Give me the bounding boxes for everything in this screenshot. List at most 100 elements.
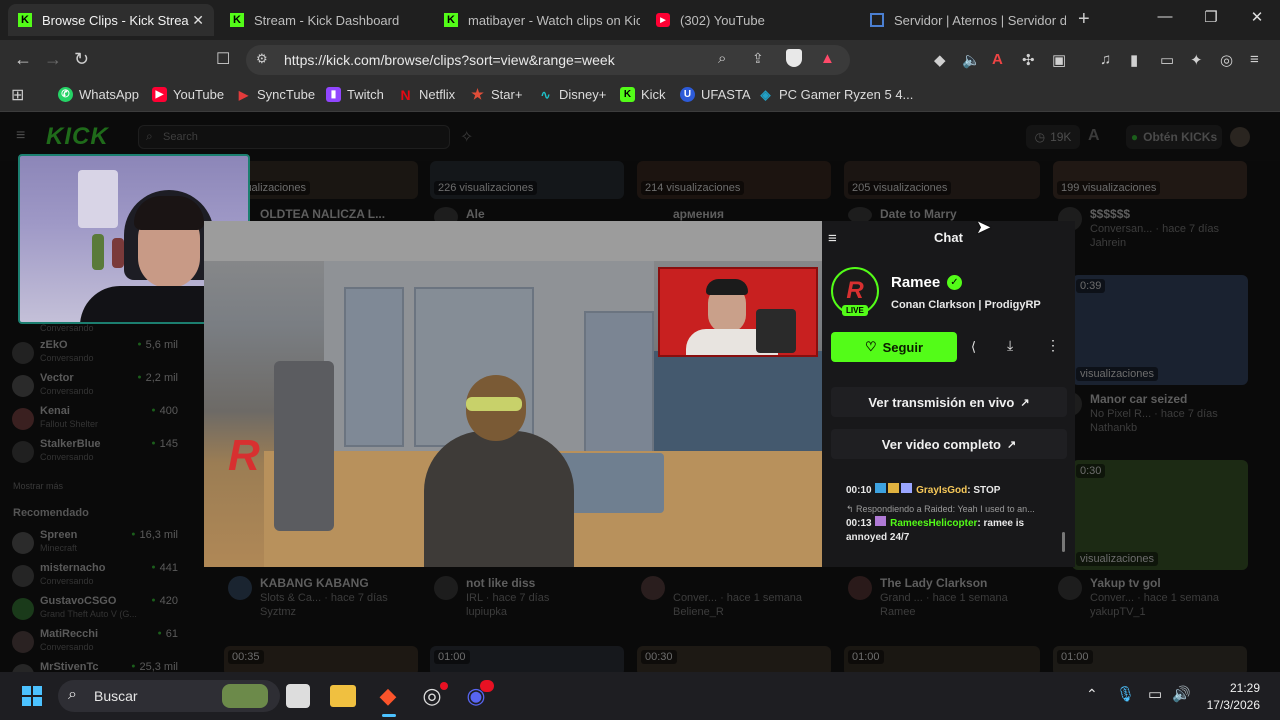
ak-extension-icon[interactable]: A [992, 51, 1003, 68]
clip-card[interactable]: Conver... · hace 1 semana Beliene_R [641, 576, 831, 618]
sidebar-channel-misternacho[interactable]: misternacho Conversando 441 [12, 562, 184, 594]
clip-thumbnail[interactable]: visualizaciones [224, 161, 418, 199]
share-icon[interactable]: ⟨ [971, 339, 976, 355]
bookmark-youtube[interactable]: ▶ YouTube [152, 87, 224, 102]
chat-username[interactable]: GrayIsGod [916, 485, 967, 496]
bookmark-synctube[interactable]: ▶ SyncTube [236, 87, 315, 102]
back-icon[interactable]: ← [14, 49, 32, 70]
tab-matibayer[interactable]: K matibayer - Watch clips on Kic [434, 4, 640, 36]
chat-scrollbar[interactable] [1062, 532, 1065, 552]
maximize-button[interactable]: ❐ [1188, 8, 1234, 26]
bookmark-starplus[interactable]: ★ Star+ [470, 86, 522, 102]
avatar[interactable] [1230, 127, 1250, 147]
clip-card[interactable]: KABANG KABANG Slots & Ca... · hace 7 día… [228, 576, 418, 618]
clip-thumbnail[interactable]: 205 visualizaciones [844, 161, 1040, 199]
share-icon[interactable]: ⇪ [752, 50, 764, 67]
volume-icon[interactable]: 🔈 [962, 51, 981, 69]
clip-video-player[interactable]: R [204, 221, 822, 567]
minimize-button[interactable]: — [1142, 8, 1188, 25]
sparkle-icon[interactable]: ✧ [460, 127, 473, 147]
speaker-icon[interactable]: 🔊 [1172, 685, 1191, 703]
clip-thumbnail[interactable]: 214 visualizaciones [637, 161, 831, 199]
tab-kick-dashboard[interactable]: K Stream - Kick Dashboard [220, 4, 426, 36]
sidebar-channel-stalkerblue[interactable]: StalkerBlue Conversando 145 [12, 438, 184, 470]
bookmark-twitch[interactable]: ▮ Twitch [326, 87, 384, 102]
puzzle-icon[interactable]: ✣ [1022, 51, 1035, 69]
reload-icon[interactable]: ↻ [74, 49, 89, 70]
taskbar-search-input[interactable]: ⌕ Buscar [58, 680, 280, 712]
chat-username[interactable]: RameesHelicopter [890, 518, 977, 529]
close-window-button[interactable]: ✕ [1234, 8, 1280, 26]
hamburger-icon[interactable]: ≡ [16, 127, 25, 145]
bookmark-whatsapp[interactable]: ✆ WhatsApp [58, 87, 139, 102]
apps-icon[interactable]: ⊞ [11, 85, 24, 105]
sidebar-channel-mrstiventc[interactable]: MrStivenTc 25,3 mil [12, 661, 184, 672]
sidebar-channel-zeko[interactable]: zEkO Conversando 5,6 mil [12, 339, 184, 371]
streamer-name[interactable]: Ramee [891, 274, 940, 291]
tab-aternos[interactable]: Servidor | Aternos | Servidor de [860, 4, 1066, 36]
file-explorer-icon[interactable] [330, 685, 356, 707]
leo-icon[interactable]: ✦ [1190, 51, 1203, 69]
clip-thumbnail[interactable]: 0:30 visualizaciones [1072, 460, 1248, 570]
watch-full-video-button[interactable]: Ver video completo ↗ [831, 429, 1067, 459]
task-view-icon[interactable] [286, 684, 310, 708]
clip-thumbnail[interactable]: 01:00 [844, 646, 1040, 672]
brave-shield-icon[interactable] [786, 49, 802, 67]
obten-kicks-button[interactable]: ● Obtén KICKs [1126, 125, 1222, 149]
close-icon[interactable]: ✕ [192, 12, 204, 29]
follow-button[interactable]: ♡ Seguir [831, 332, 957, 362]
bookmark-pc-gamer[interactable]: ◈ PC Gamer Ryzen 5 4... [758, 87, 914, 103]
site-info-icon[interactable]: ⚙ [256, 51, 268, 67]
search-input[interactable]: ⌕ Search [138, 125, 450, 149]
url-bar[interactable]: ⚙ https://kick.com/browse/clips?sort=vie… [246, 45, 850, 75]
forward-icon[interactable]: → [44, 49, 62, 70]
sidebar-channel-gustavocsgo[interactable]: GustavoCSGO Grand Theft Auto V (G... 420 [12, 595, 184, 627]
clip-card[interactable]: The Lady Clarkson Grand ... · hace 1 sem… [848, 576, 1038, 618]
clock-time[interactable]: 21:29 [1200, 681, 1260, 695]
sidebar-channel-vector[interactable]: Vector Conversando 2,2 mil [12, 372, 184, 404]
url-text[interactable]: https://kick.com/browse/clips?sort=view&… [284, 52, 615, 68]
download-icon[interactable]: ⤓ [1007, 337, 1013, 354]
clip-thumbnail[interactable]: 199 visualizaciones [1053, 161, 1247, 199]
clip-card[interactable]: $$$$$$ Conversan... · hace 7 días Jahrei… [1058, 207, 1248, 249]
clip-thumbnail[interactable]: 01:00 [430, 646, 624, 672]
bookmark-netflix[interactable]: N Netflix [398, 87, 455, 103]
microphone-icon[interactable]: 🎙 [1116, 685, 1135, 703]
extension-icon[interactable]: ◆ [934, 51, 946, 69]
tab-youtube[interactable]: ▶ (302) YouTube [646, 4, 852, 36]
sidebar-channel-spreen[interactable]: Spreen Minecraft 16,3 mil [12, 529, 184, 561]
clip-thumbnail[interactable]: 226 visualizaciones [430, 161, 624, 199]
clip-card[interactable]: not like diss IRL · hace 7 días lupiupka [434, 576, 624, 618]
zoom-icon[interactable]: ⌕ [718, 50, 726, 67]
sidebar-icon[interactable]: ▮ [1130, 51, 1138, 69]
brave-browser-icon[interactable]: ◆ [374, 682, 402, 710]
ak-icon[interactable]: A [1088, 127, 1100, 145]
clip-thumbnail[interactable]: 01:00 [1053, 646, 1247, 672]
sidebar-channel-matirecchi[interactable]: MatiRecchi Conversando 61 [12, 628, 184, 660]
kick-logo[interactable]: KICK [46, 123, 109, 151]
bookmark-disney[interactable]: ∿ Disney+ [538, 87, 606, 102]
sidebar-channel-kenai[interactable]: Kenai Fallout Shelter 400 [12, 405, 184, 437]
show-more-link[interactable]: Mostrar más [13, 481, 63, 491]
viewers-badge[interactable]: ◷ 19K [1026, 125, 1080, 149]
more-options-icon[interactable]: ⋮ [1046, 337, 1060, 354]
brave-rewards-icon[interactable]: ▲ [820, 50, 835, 67]
bookmark-ufasta[interactable]: U UFASTA [680, 87, 751, 102]
clip-card[interactable]: Yakup tv gol Conver... · hace 1 semana y… [1058, 576, 1248, 618]
clock-date[interactable]: 17/3/2026 [1200, 698, 1260, 712]
menu-icon[interactable]: ≡ [1250, 51, 1259, 68]
music-icon[interactable]: ♫ [1100, 51, 1111, 68]
reader-icon[interactable]: ▣ [1052, 51, 1066, 69]
bookmark-kick[interactable]: K Kick [620, 87, 666, 102]
clip-thumbnail[interactable]: 00:30 [637, 646, 831, 672]
wallet-icon[interactable]: ▭ [1160, 51, 1174, 69]
watch-live-button[interactable]: Ver transmisión en vivo ↗ [831, 387, 1067, 417]
chevron-up-icon[interactable]: ⌃ [1086, 686, 1098, 703]
new-tab-button[interactable]: + [1078, 8, 1090, 31]
bookmark-icon[interactable]: ☐ [216, 49, 230, 69]
clip-card[interactable]: Manor car seized No Pixel R... · hace 7 … [1058, 392, 1248, 434]
network-icon[interactable]: ▭ [1148, 685, 1162, 703]
start-icon[interactable] [18, 682, 46, 710]
clip-thumbnail[interactable]: 00:35 [224, 646, 418, 672]
tab-browse-clips[interactable]: K Browse Clips - Kick Strea ✕ [8, 4, 214, 36]
